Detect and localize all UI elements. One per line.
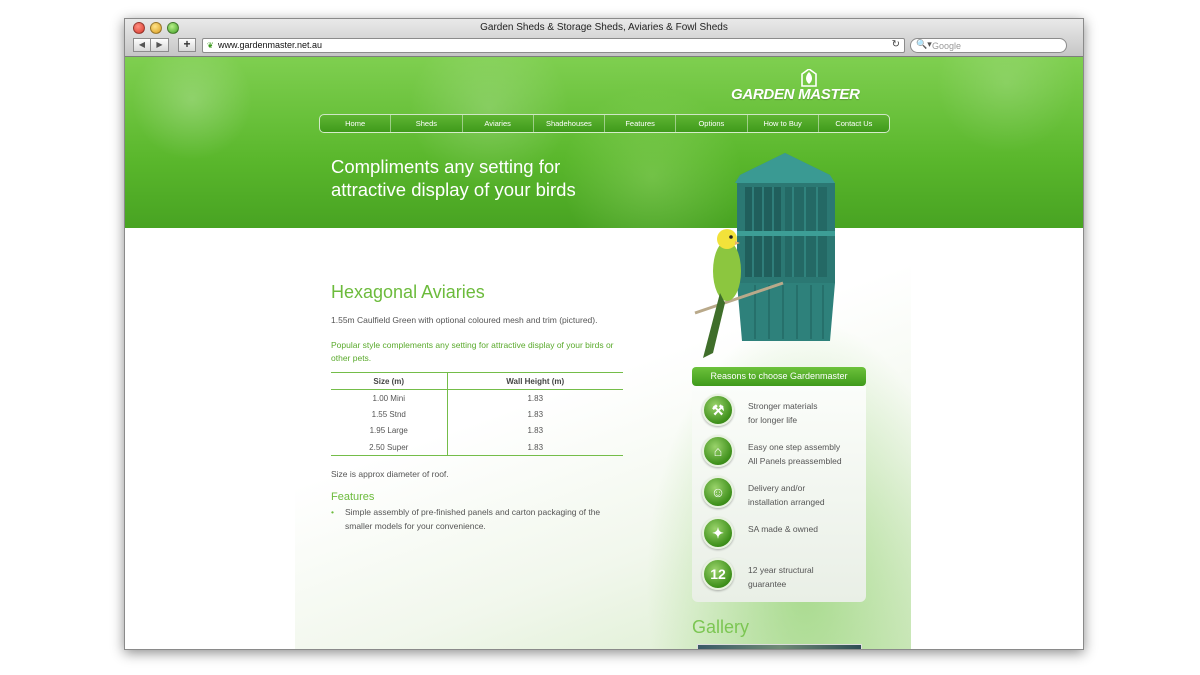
table-cell-height: 1.83 [527, 426, 544, 436]
search-placeholder[interactable]: Google [932, 41, 961, 51]
reason-line-1: SA made & owned [748, 524, 818, 534]
reason-line-2: installation arranged [748, 497, 825, 507]
reason-text: SA made & owned [748, 522, 818, 536]
hexagonal-aviary-image [694, 153, 835, 358]
intro-paragraph: 1.55m Caulfield Green with optional colo… [331, 315, 598, 325]
nav-item-options[interactable]: Options [676, 115, 748, 132]
site-logo[interactable]: GARDEN MASTER [731, 69, 886, 105]
reason-item-guarantee: 12 12 year structural guarantee [702, 558, 862, 598]
reason-line-2: guarantee [748, 579, 787, 589]
size-note: Size is approx diameter of roof. [331, 469, 449, 479]
reload-icon[interactable]: ↻ [892, 39, 900, 50]
forward-button[interactable]: ▶ [151, 38, 169, 52]
table-cell-size: 1.95 Large [331, 422, 448, 439]
highlight-paragraph: Popular style complements any setting fo… [331, 340, 614, 363]
add-bookmark-button[interactable]: + [178, 38, 196, 52]
browser-toolbar: Garden Sheds & Storage Sheds, Aviaries &… [125, 19, 1083, 57]
web-page: GARDEN MASTER Home Sheds Aviaries Shadeh… [125, 57, 1083, 649]
gallery-heading[interactable]: Gallery [692, 617, 749, 638]
nav-item-home[interactable]: Home [320, 115, 392, 132]
gallery-thumbnail[interactable] [697, 644, 862, 649]
reason-text: Easy one step assembly All Panels preass… [748, 440, 842, 468]
table-cell-size: 1.55 Stnd [331, 406, 448, 423]
reason-line-1: Stronger materials [748, 401, 818, 411]
features-heading: Features [331, 491, 375, 503]
column-header-wall-height: Wall Height (m) [447, 372, 623, 390]
table-cell-height: 1.83 [527, 409, 544, 419]
sa-badge-icon: ✦ [702, 517, 734, 549]
reason-line-1: Delivery and/or [748, 483, 806, 493]
nav-item-how-to-buy[interactable]: How to Buy [748, 115, 819, 132]
shed-icon: ⌂ [702, 435, 734, 467]
history-buttons: ◀ ▶ [133, 38, 169, 52]
reasons-panel: ⚒ Stronger materials for longer life ⌂ E… [692, 386, 866, 602]
table-cell-height: 1.83 [527, 393, 544, 403]
reason-line-2: for longer life [748, 415, 798, 425]
features-list: Simple assembly of pre-finished panels a… [331, 505, 621, 533]
nav-item-aviaries[interactable]: Aviaries [463, 115, 534, 132]
search-field[interactable]: 🔍▾ Google [910, 38, 1067, 53]
browser-window: Garden Sheds & Storage Sheds, Aviaries &… [124, 18, 1084, 650]
leaf-logo-icon [801, 69, 817, 87]
table-row: 1.55 Stnd 1.83 [331, 406, 623, 423]
reason-text: Delivery and/or installation arranged [748, 481, 825, 509]
hero-banner [125, 57, 1083, 228]
table-cell-size: 1.00 Mini [331, 389, 448, 406]
reason-line-2: All Panels preassembled [748, 456, 842, 466]
window-title: Garden Sheds & Storage Sheds, Aviaries &… [480, 22, 728, 33]
tools-icon: ⚒ [702, 394, 734, 426]
table-cell-height: 1.83 [447, 439, 623, 456]
nav-item-sheds[interactable]: Sheds [391, 115, 463, 132]
guarantee-badge-icon: 12 [702, 558, 734, 590]
reason-text: Stronger materials for longer life [748, 399, 817, 427]
tagline-line-1: Compliments any setting for [331, 156, 561, 177]
table-cell-size: 2.50 Super [331, 439, 448, 456]
column-header-size: Size (m) [331, 372, 448, 390]
leaf-favicon-icon: ❦ [207, 41, 214, 50]
table-row: 1.95 Large 1.83 [331, 422, 623, 439]
reason-item-materials: ⚒ Stronger materials for longer life [702, 394, 862, 434]
search-icon: 🔍▾ [916, 39, 932, 49]
nav-item-shadehouses[interactable]: Shadehouses [534, 115, 605, 132]
nav-item-contact-us[interactable]: Contact Us [819, 115, 889, 132]
reason-text: 12 year structural guarantee [748, 563, 814, 591]
main-navigation: Home Sheds Aviaries Shadehouses Features… [319, 114, 890, 133]
tagline-line-2: attractive display of your birds [331, 179, 576, 200]
reason-item-assembly: ⌂ Easy one step assembly All Panels prea… [702, 435, 862, 475]
reason-line-1: Easy one step assembly [748, 442, 841, 452]
table-row: 2.50 Super 1.83 [331, 439, 623, 456]
list-item: Simple assembly of pre-finished panels a… [331, 505, 621, 533]
table-row: 1.00 Mini 1.83 [331, 389, 623, 406]
table-header-row: Size (m) Wall Height (m) [331, 372, 623, 390]
hero-tagline: Compliments any setting for attractive d… [331, 155, 651, 201]
address-bar[interactable]: ❦ www.gardenmaster.net.au ↻ [202, 38, 905, 53]
nav-item-features[interactable]: Features [605, 115, 677, 132]
reason-item-sa-made: ✦ SA made & owned [702, 517, 862, 557]
url-text[interactable]: www.gardenmaster.net.au [218, 40, 322, 50]
reasons-heading[interactable]: Reasons to choose Gardenmaster [692, 367, 866, 386]
worker-icon: ☺ [702, 476, 734, 508]
logo-text: GARDEN MASTER [731, 86, 860, 103]
reason-item-delivery: ☺ Delivery and/or installation arranged [702, 476, 862, 516]
page-title: Hexagonal Aviaries [331, 282, 485, 302]
reason-line-1: 12 year structural [748, 565, 814, 575]
size-table: Size (m) Wall Height (m) 1.00 Mini 1.83 … [331, 372, 623, 456]
back-button[interactable]: ◀ [133, 38, 151, 52]
